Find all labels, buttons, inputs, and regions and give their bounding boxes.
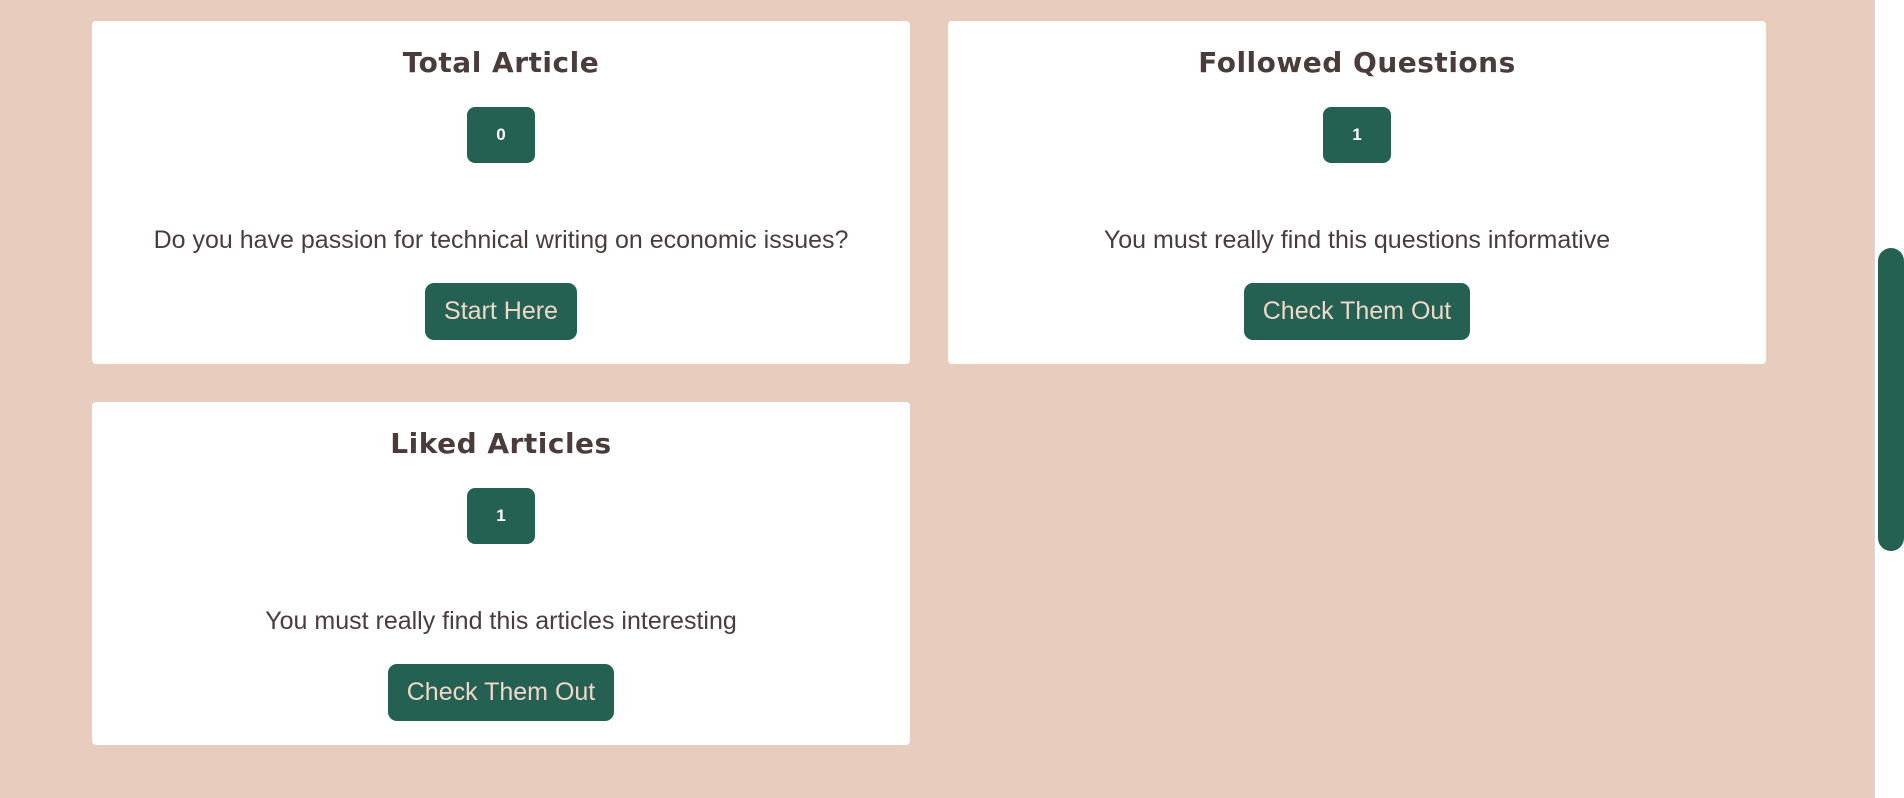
card-title: Followed Questions <box>1198 46 1516 79</box>
count-badge: 1 <box>467 488 535 544</box>
check-articles-button[interactable]: Check Them Out <box>387 664 615 721</box>
check-questions-button[interactable]: Check Them Out <box>1243 283 1471 340</box>
card-description: You must really find this questions info… <box>1103 226 1611 254</box>
page-scrollbar[interactable] <box>1874 0 1904 798</box>
scrollbar-thumb[interactable] <box>1878 248 1904 551</box>
followed-questions-card: Followed Questions 1 You must really fin… <box>948 21 1766 364</box>
dashboard-cards-grid: Total Article 0 Do you have passion for … <box>92 21 1766 745</box>
start-here-button[interactable]: Start Here <box>425 283 577 340</box>
count-badge: 1 <box>1323 107 1391 163</box>
card-title: Liked Articles <box>390 427 612 460</box>
card-title: Total Article <box>402 46 600 79</box>
liked-articles-card: Liked Articles 1 You must really find th… <box>92 402 910 745</box>
total-article-card: Total Article 0 Do you have passion for … <box>92 21 910 364</box>
card-description: Do you have passion for technical writin… <box>153 226 849 254</box>
count-badge: 0 <box>467 107 535 163</box>
card-description: You must really find this articles inter… <box>265 607 737 635</box>
